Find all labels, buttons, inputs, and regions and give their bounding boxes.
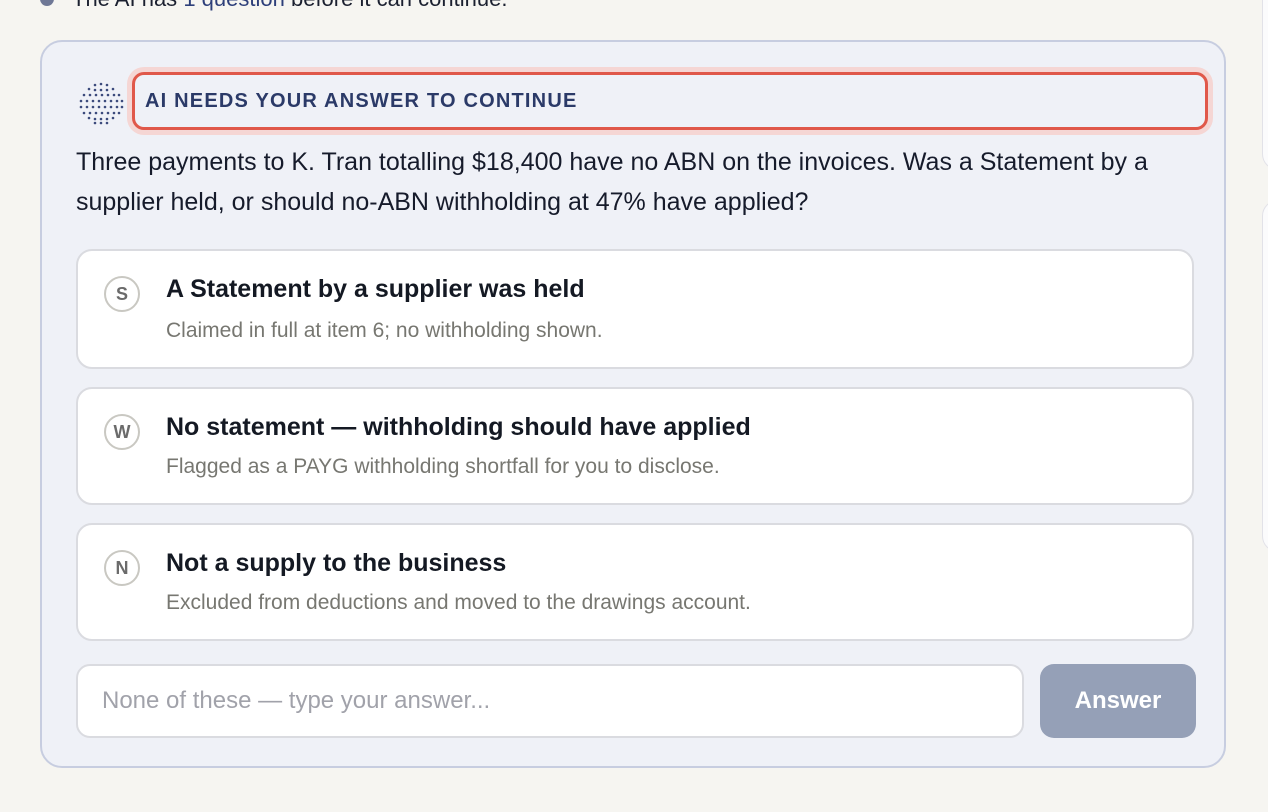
option-not-a-supply[interactable]: N Not a supply to the business Excluded …: [76, 523, 1194, 641]
option-key-badge: N: [104, 550, 140, 586]
option-key-badge: S: [104, 276, 140, 312]
option-description: Excluded from deductions and moved to th…: [166, 591, 751, 614]
option-withholding-applied[interactable]: W No statement — withholding should have…: [76, 387, 1194, 505]
side-panel-edge-upper: [1262, 0, 1268, 170]
option-statement-held[interactable]: S A Statement by a supplier was held Cla…: [76, 249, 1194, 369]
option-description: Flagged as a PAYG withholding shortfall …: [166, 455, 720, 478]
status-line: The AI has 1 question before it can cont…: [40, 0, 507, 12]
option-key-badge: W: [104, 414, 140, 450]
option-title: A Statement by a supplier was held: [166, 275, 585, 303]
question-count-link[interactable]: 1 question: [183, 0, 285, 11]
status-prefix: The AI has: [72, 0, 177, 11]
option-title: Not a supply to the business: [166, 549, 507, 577]
status-bullet-icon: [40, 0, 54, 6]
side-panel-edge-lower: [1262, 200, 1268, 552]
ai-needs-answer-badge: AI NEEDS YOUR ANSWER TO CONTINUE: [132, 72, 1208, 130]
status-suffix: before it can continue.: [291, 0, 507, 11]
answer-button[interactable]: Answer: [1040, 664, 1196, 738]
dotted-globe-icon: [79, 82, 124, 125]
question-text: Three payments to K. Tran totalling $18,…: [76, 148, 1148, 216]
ai-question-card: AI NEEDS YOUR ANSWER TO CONTINUE Three p…: [40, 40, 1226, 768]
custom-answer-input[interactable]: [76, 664, 1024, 738]
option-description: Claimed in full at item 6; no withholdin…: [166, 319, 603, 342]
option-title: No statement — withholding should have a…: [166, 413, 751, 441]
